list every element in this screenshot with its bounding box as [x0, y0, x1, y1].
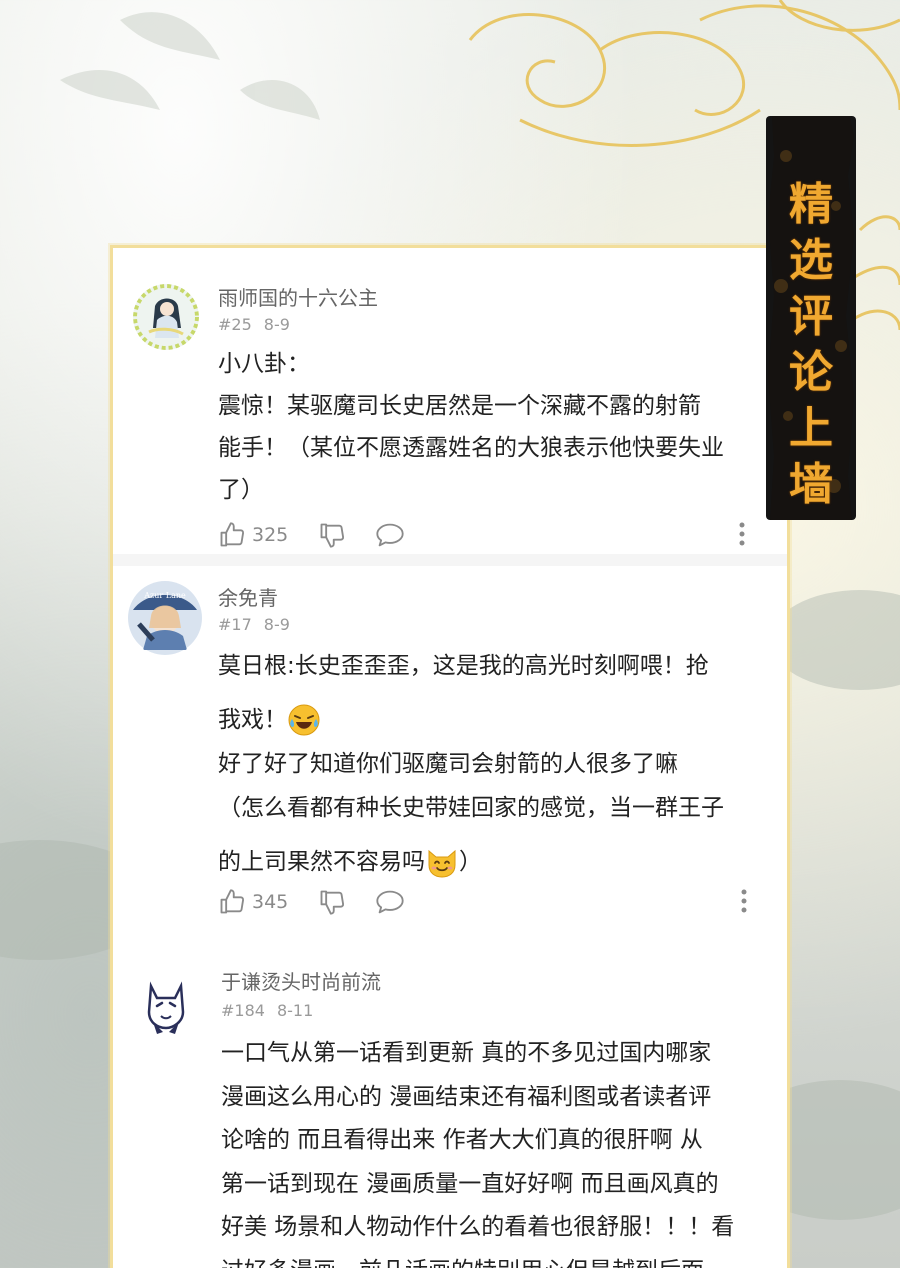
username[interactable]: 于谦烫头时尚前流 [221, 966, 381, 995]
comment-line: 的上司果然不容易吗 [218, 849, 425, 875]
comment-date: 8-9 [263, 615, 290, 634]
username[interactable]: 雨师国的十六公主 [218, 282, 378, 311]
thumbs-up-icon [220, 889, 245, 914]
comment-meta: #25 8-9 [218, 315, 290, 334]
thumbs-down-icon [320, 890, 345, 915]
comment-line: 好美 场景和人物动作什么的看着也很舒服！！！看 [221, 1214, 735, 1240]
smiling-cat-emoji-icon [428, 849, 456, 878]
cartoon-cat-avatar-icon [133, 972, 199, 1038]
like-button[interactable]: 325 [218, 521, 288, 549]
user-avatar[interactable]: Azur Lane [127, 580, 203, 656]
comment-line: 过好多漫画，前几话画的特别用心但是越到后面 [221, 1250, 773, 1268]
like-count: 345 [252, 891, 289, 913]
comment-line: 我戏！ [218, 707, 287, 733]
comment-line: ） [459, 849, 482, 875]
comment-line: 一口气从第一话看到更新 真的不多见过国内哪家 [221, 1040, 712, 1066]
reply-button[interactable] [375, 888, 405, 916]
comment-actions: 345 [218, 888, 758, 918]
like-count: 325 [252, 524, 289, 546]
username[interactable]: 余免青 [218, 582, 278, 611]
comment-actions: 325 [218, 521, 758, 551]
comment-divider [113, 554, 787, 566]
reply-button[interactable] [375, 521, 405, 549]
comment-date: 8-11 [276, 1001, 314, 1020]
banner-char: 墙 [789, 459, 833, 510]
comment-line: 论啥的 而且看得出来 作者大大们真的很肝啊 从 [221, 1127, 703, 1153]
comment-meta: #184 8-11 [221, 1001, 313, 1020]
more-vertical-icon [739, 522, 745, 546]
featured-comments-banner: 精 选 评 论 上 墙 [766, 116, 856, 520]
thumbs-up-icon [220, 522, 245, 547]
banner-char: 论 [789, 347, 833, 398]
banner-char: 精 [789, 179, 833, 230]
comment-line: 震惊！某驱魔司长史居然是一个深藏不露的射箭 [218, 393, 701, 419]
floor-number: #184 [221, 1001, 265, 1020]
comment-card: Azur Lane 余免青 #17 8-9 莫日根:长史歪歪歪，这是我的高光时刻啊… [113, 566, 787, 926]
user-avatar[interactable] [133, 284, 199, 350]
anime-character-avatar-icon: Azur Lane [128, 581, 202, 655]
comment-body: 莫日根:长史歪歪歪，这是我的高光时刻啊喂！抢 我戏！ 好了好了知道你们驱魔司会射… [218, 644, 773, 884]
comment-line: （怎么看都有种长史带娃回家的感觉，当一群王子 [218, 795, 724, 821]
floor-number: #25 [218, 315, 252, 334]
comment-line: 了） [218, 477, 264, 503]
more-vertical-icon [741, 889, 747, 913]
comment-meta: #17 8-9 [218, 615, 290, 634]
thumbs-down-icon [320, 523, 345, 548]
comment-line: 好了好了知道你们驱魔司会射箭的人很多了嘛 [218, 751, 678, 777]
avatar-logo-text: Azur Lane [143, 591, 186, 600]
floor-number: #17 [218, 615, 252, 634]
comment-line: 漫画这么用心的 漫画结束还有福利图或者读者评 [221, 1083, 712, 1110]
girl-portrait-avatar-icon [133, 284, 199, 350]
chat-bubble-icon [376, 523, 404, 547]
comment-line: 能手！（某位不愿透露姓名的大狼表示他快要失业 [218, 435, 724, 461]
comment-line: 莫日根:长史歪歪歪，这是我的高光时刻啊喂！抢 [218, 653, 709, 679]
banner-char: 评 [789, 291, 833, 342]
comment-body: 一口气从第一话看到更新 真的不多见过国内哪家 漫画这么用心的 漫画结束还有福利图… [221, 1032, 773, 1268]
comment-line: 第一话到现在 漫画质量一直好好啊 而且画风真的 [221, 1170, 719, 1197]
comment-card: 于谦烫头时尚前流 #184 8-11 一口气从第一话看到更新 真的不多见过国内哪家… [113, 948, 787, 1268]
more-options-button[interactable] [738, 521, 746, 547]
dislike-button[interactable] [318, 521, 346, 549]
like-button[interactable]: 345 [218, 888, 288, 916]
banner-char: 选 [789, 235, 833, 286]
banner-char: 上 [789, 403, 833, 454]
chat-bubble-icon [376, 890, 404, 914]
user-avatar[interactable] [133, 972, 199, 1038]
comment-line-with-emoji: 我戏！ [218, 698, 773, 742]
laughing-tears-emoji-icon [288, 704, 320, 736]
dislike-button[interactable] [318, 888, 346, 916]
comment-line-with-emoji: 的上司果然不容易吗 ） [218, 840, 773, 884]
comment-line: 小八卦： [218, 351, 310, 377]
more-options-button[interactable] [740, 888, 748, 914]
comment-card: 雨师国的十六公主 #25 8-9 小八卦： 震惊！某驱魔司长史居然是一个深藏不露的… [113, 248, 787, 548]
comment-date: 8-9 [263, 315, 290, 334]
comment-panel: 雨师国的十六公主 #25 8-9 小八卦： 震惊！某驱魔司长史居然是一个深藏不露的… [110, 245, 790, 1268]
comment-body: 小八卦： 震惊！某驱魔司长史居然是一个深藏不露的射箭 能手！（某位不愿透露姓名的… [218, 343, 773, 511]
